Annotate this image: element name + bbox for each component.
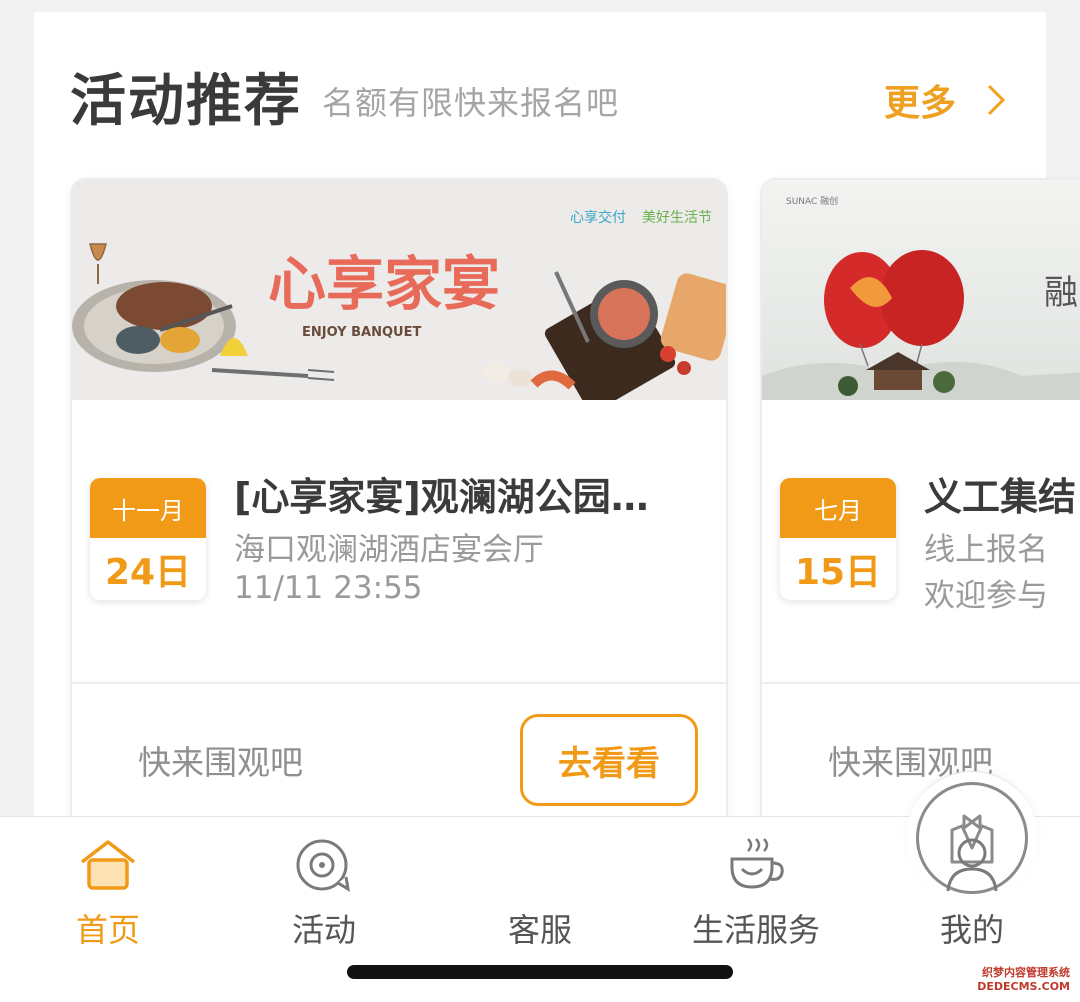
event-title: 义工集结 [924,475,1077,519]
chevron-right-icon [987,84,1006,116]
card-divider [762,682,1080,684]
date-badge: 十一月 24日 [90,478,206,600]
event-title: [心享家宴]观澜湖公园… [234,475,649,519]
card-divider [72,682,726,684]
tab-home[interactable]: 首页 [0,817,216,957]
activity-icon [294,833,354,897]
home-icon [78,833,138,897]
tab-label: 首页 [75,911,140,949]
banner-brand-left: 心享交付 [570,209,626,226]
watermark: 织梦内容管理系统 DEDECMS.COM [977,966,1070,994]
event-time: 11/11 23:55 [234,570,423,606]
date-month: 七月 [780,478,896,538]
tab-label: 活动 [291,911,356,949]
tab-customer-service[interactable]: 客服 [432,771,1038,957]
tab-label: 我的 [939,911,1004,949]
section-title: 活动推荐 [70,69,302,134]
date-day: 24日 [104,552,192,593]
banner-headline: 心享家宴 [268,250,500,318]
activity-banner-image[interactable]: SUNAC 融创 融 [762,180,1080,400]
activity-card[interactable]: 心享家宴 ENJOY BANQUET 心享交付 美好生活节 十一月 24日 [心… [70,178,728,838]
event-venue: 海口观澜湖酒店宴会厅 [234,532,544,568]
event-note: 欢迎参与 [924,578,1048,614]
view-button[interactable]: 去看看 [520,714,698,806]
card-footer-text: 快来围观吧 [138,743,303,782]
date-day: 15日 [794,552,882,593]
tab-life-service[interactable]: 生活服务 [648,817,864,957]
user-icon [942,833,1002,897]
banner-headline: 融 [1044,273,1078,313]
banner-brand-right: 美好生活节 [642,210,712,226]
watermark-line2: DEDECMS.COM [977,980,1070,993]
tab-mine[interactable]: 我的 [864,817,1080,957]
activity-card[interactable]: SUNAC 融创 融 七月 15日 义工集结 线上报名 欢迎参与 快来围观吧 [760,178,1080,838]
more-link[interactable]: 更多 [884,74,1006,126]
banner-brand: SUNAC 融创 [786,195,838,207]
tab-label: 客服 [507,911,572,949]
watermark-line1: 织梦内容管理系统 [982,966,1070,979]
tab-label: 生活服务 [691,911,820,949]
section-subtitle: 名额有限快来报名吧 [322,84,620,122]
banner-headline-en: ENJOY BANQUET [302,325,421,340]
more-label: 更多 [883,83,956,124]
date-month: 十一月 [90,478,206,538]
bottom-tab-bar: 首页 活动 客服 生活服务 我的 [0,771,1080,1002]
coffee-cup-icon [724,833,788,897]
activity-banner-image[interactable]: 心享家宴 ENJOY BANQUET 心享交付 美好生活节 [72,180,726,400]
tab-activity[interactable]: 活动 [216,817,432,957]
event-venue: 线上报名 [924,532,1048,568]
home-indicator[interactable] [347,965,733,979]
date-badge: 七月 15日 [780,478,896,600]
